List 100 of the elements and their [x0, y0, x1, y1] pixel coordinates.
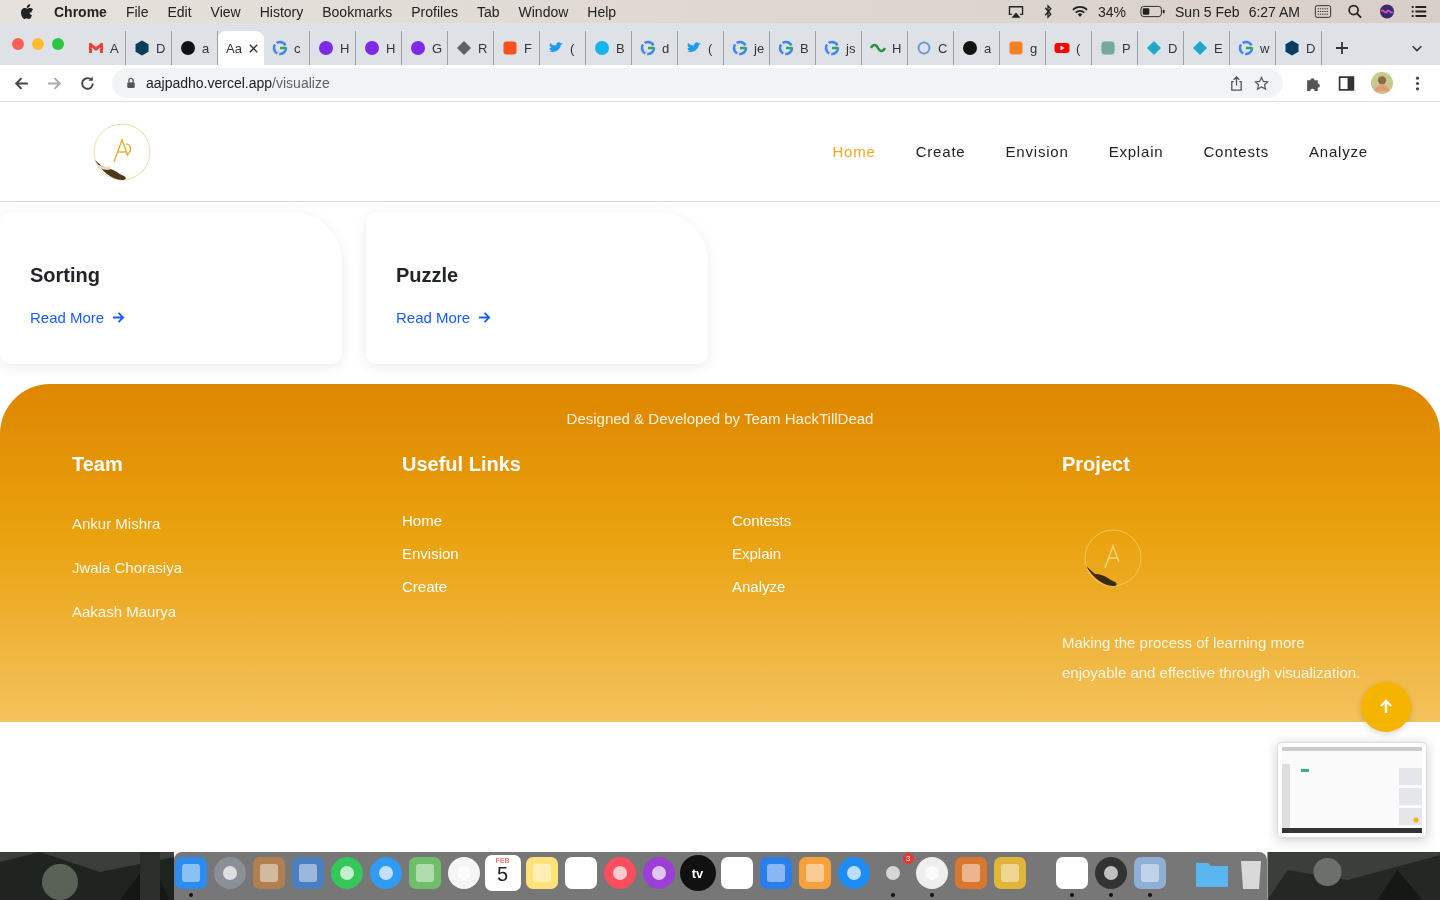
card-title: Sorting — [30, 264, 100, 287]
menu-bar-date[interactable]: Sun 5 Feb — [1175, 3, 1240, 20]
favicon-icon — [916, 40, 932, 56]
list-icon[interactable] — [1410, 4, 1428, 19]
share-icon[interactable] — [1229, 75, 1244, 91]
favicon-icon — [88, 40, 104, 56]
team-member: Jwala Chorasiya — [72, 559, 183, 576]
tv-app-icon[interactable]: tv — [679, 855, 716, 891]
logo-icon — [1083, 528, 1143, 588]
logo-icon[interactable] — [92, 121, 152, 182]
footer-heading: Team — [72, 453, 123, 476]
favicon-icon — [824, 40, 840, 56]
tab-title: C — [938, 40, 948, 56]
url-text: aajpadho.vercel.app/visualize — [146, 75, 330, 91]
favicon-icon — [364, 40, 380, 56]
menu-item[interactable]: Bookmarks — [322, 3, 393, 20]
favicon-icon — [456, 40, 472, 56]
favicon-icon — [1238, 40, 1254, 56]
favicon-icon — [732, 40, 748, 56]
menu-item[interactable]: File — [125, 3, 149, 20]
tab-title: H — [892, 40, 902, 56]
menu-item[interactable]: Profiles — [411, 3, 458, 20]
arrow-right-icon — [478, 311, 492, 324]
tab-title: H — [340, 40, 350, 56]
airplay-icon[interactable] — [1007, 4, 1025, 19]
app-icon[interactable] — [1092, 855, 1129, 891]
app-icon[interactable] — [523, 855, 560, 891]
star-icon[interactable] — [1254, 75, 1269, 91]
favicon-icon — [502, 40, 518, 56]
wifi-icon[interactable] — [1071, 4, 1089, 19]
menu-item[interactable]: View — [210, 3, 241, 20]
menu-item[interactable]: Tab — [476, 3, 500, 20]
app-icon[interactable] — [1053, 855, 1090, 891]
footer-heading: Project — [1062, 453, 1130, 476]
menu-item[interactable]: Chrome — [54, 3, 107, 20]
favicon-icon — [1008, 40, 1024, 56]
menu-bar-time[interactable]: 6:27 AM — [1248, 3, 1300, 20]
credit-text: Designed & Developed by Team HackTillDead — [566, 410, 874, 427]
tab-title: Aa — [226, 40, 242, 56]
browser-tab[interactable]: Aa — [218, 31, 264, 65]
favicon-icon — [1284, 40, 1300, 56]
search-icon[interactable] — [1346, 4, 1364, 19]
tab-title: A — [110, 40, 119, 56]
apple-icon[interactable] — [20, 3, 34, 20]
tab-title: js — [846, 40, 856, 56]
tab-title: ( — [708, 40, 713, 56]
app-icon[interactable] — [718, 855, 755, 891]
nav-link[interactable]: Contests — [1203, 143, 1270, 160]
tab-title: B — [800, 40, 809, 56]
tab-title: D — [156, 40, 166, 56]
lock-icon[interactable] — [126, 77, 136, 89]
tab-title: d — [662, 40, 670, 56]
favicon-icon — [180, 40, 196, 56]
siri-icon[interactable] — [1378, 4, 1396, 19]
arrow-right-icon — [112, 311, 126, 324]
favicon-icon — [410, 40, 426, 56]
read-more-link[interactable]: Read More — [396, 309, 492, 326]
card-title: Puzzle — [396, 264, 459, 287]
nav-link[interactable]: Envision — [1005, 143, 1069, 160]
tab-title: D — [1306, 40, 1316, 56]
favicon-icon — [318, 40, 334, 56]
menu-item[interactable]: History — [259, 3, 304, 20]
favicon-icon — [272, 40, 288, 56]
nav-link[interactable]: Create — [915, 143, 966, 160]
nav-link[interactable]: Explain — [1108, 143, 1164, 160]
close-window-button[interactable] — [12, 38, 24, 50]
tab-title: ( — [570, 40, 575, 56]
app-icon[interactable] — [913, 855, 950, 891]
tab-title: E — [1214, 40, 1223, 56]
tab-title: G — [432, 40, 443, 56]
arrow-up-icon — [1378, 699, 1394, 715]
nav-link[interactable]: Analyze — [1309, 143, 1368, 160]
tab-title: c — [294, 40, 301, 56]
tab-title: B — [616, 40, 625, 56]
tab-title: P — [1122, 40, 1131, 56]
tab-title: g — [1030, 40, 1038, 56]
menu-item[interactable]: Window — [518, 3, 569, 20]
menu-item[interactable]: Help — [587, 3, 617, 20]
read-more-link[interactable]: Read More — [30, 309, 126, 326]
menu-item[interactable]: Edit — [167, 3, 192, 20]
close-tab-icon[interactable] — [247, 42, 259, 54]
tab-title: ( — [1076, 40, 1081, 56]
tab-title: w — [1260, 40, 1270, 56]
tab-title: je — [754, 40, 765, 56]
address-bar[interactable]: aajpadho.vercel.app/visualize — [112, 68, 1283, 98]
tab-title: a — [984, 40, 992, 56]
favicon-icon — [1100, 40, 1116, 56]
app-icon[interactable] — [445, 855, 482, 891]
battery-icon[interactable] — [1140, 4, 1166, 19]
control-center-icon[interactable] — [1314, 4, 1332, 19]
app-icon[interactable] — [562, 855, 599, 891]
side-panel-icon[interactable] — [1338, 74, 1355, 92]
screenshot-preview-drawing[interactable] — [1277, 742, 1427, 838]
profile-avatar[interactable] — [1371, 72, 1393, 94]
app-icon[interactable] — [172, 855, 209, 891]
favicon-icon — [134, 40, 150, 56]
new-tab-icon[interactable] — [1334, 40, 1350, 56]
team-member: Aakash Maurya — [72, 603, 178, 620]
reload-icon[interactable] — [79, 74, 96, 92]
project-description: Making the process of learning more enjoyable and effective through visualization. — [1062, 633, 1362, 683]
